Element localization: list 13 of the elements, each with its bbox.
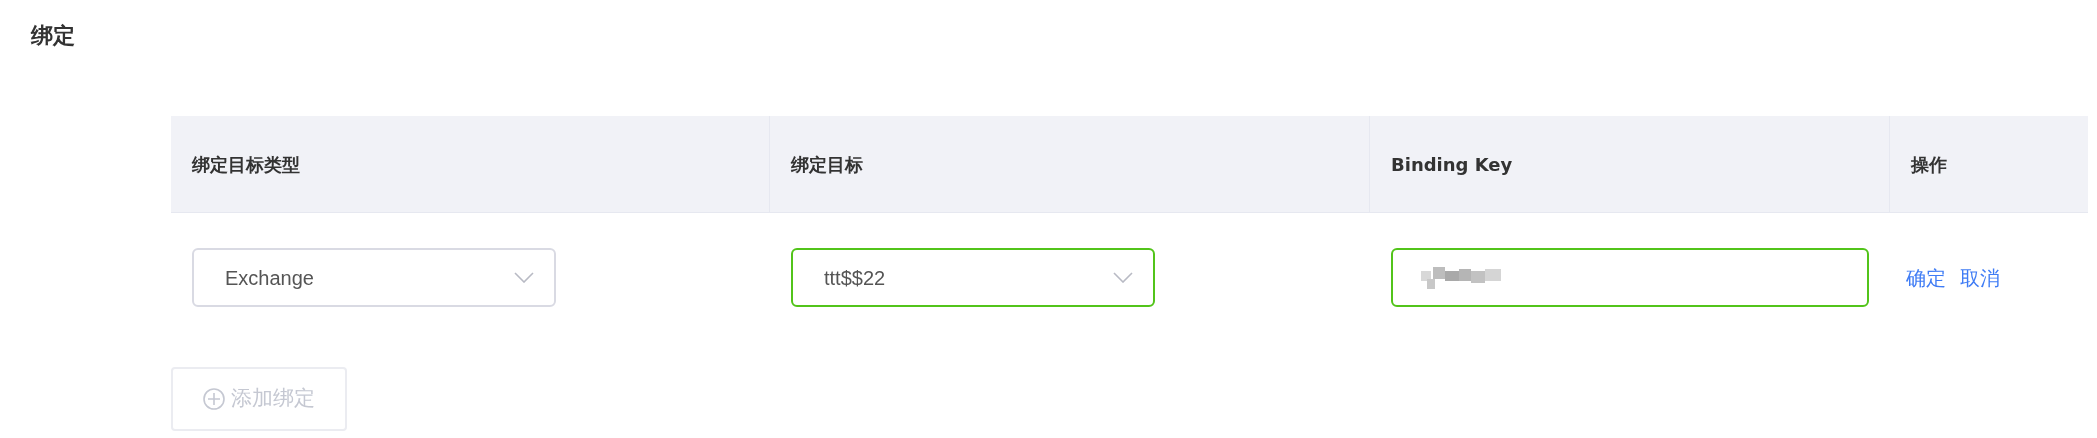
select-field[interactable]: ttt$$22 <box>791 248 1155 307</box>
select-field[interactable]: Exchange <box>192 248 556 307</box>
column-header: Binding Key <box>1370 116 1890 212</box>
column-header: 操作 <box>1910 152 1948 177</box>
action-link[interactable]: 取消 <box>1960 262 2000 293</box>
input-field[interactable] <box>1391 248 1869 307</box>
column-header: 绑定目标类型 <box>171 116 770 212</box>
column-header: 绑定目标 <box>770 116 1370 212</box>
chevron-down-icon <box>1113 272 1133 283</box>
section-title: 绑定 <box>31 22 76 50</box>
action-link[interactable]: 确定 <box>1906 262 1946 293</box>
plus-circle-icon <box>203 388 225 410</box>
chevron-down-icon <box>514 272 534 283</box>
